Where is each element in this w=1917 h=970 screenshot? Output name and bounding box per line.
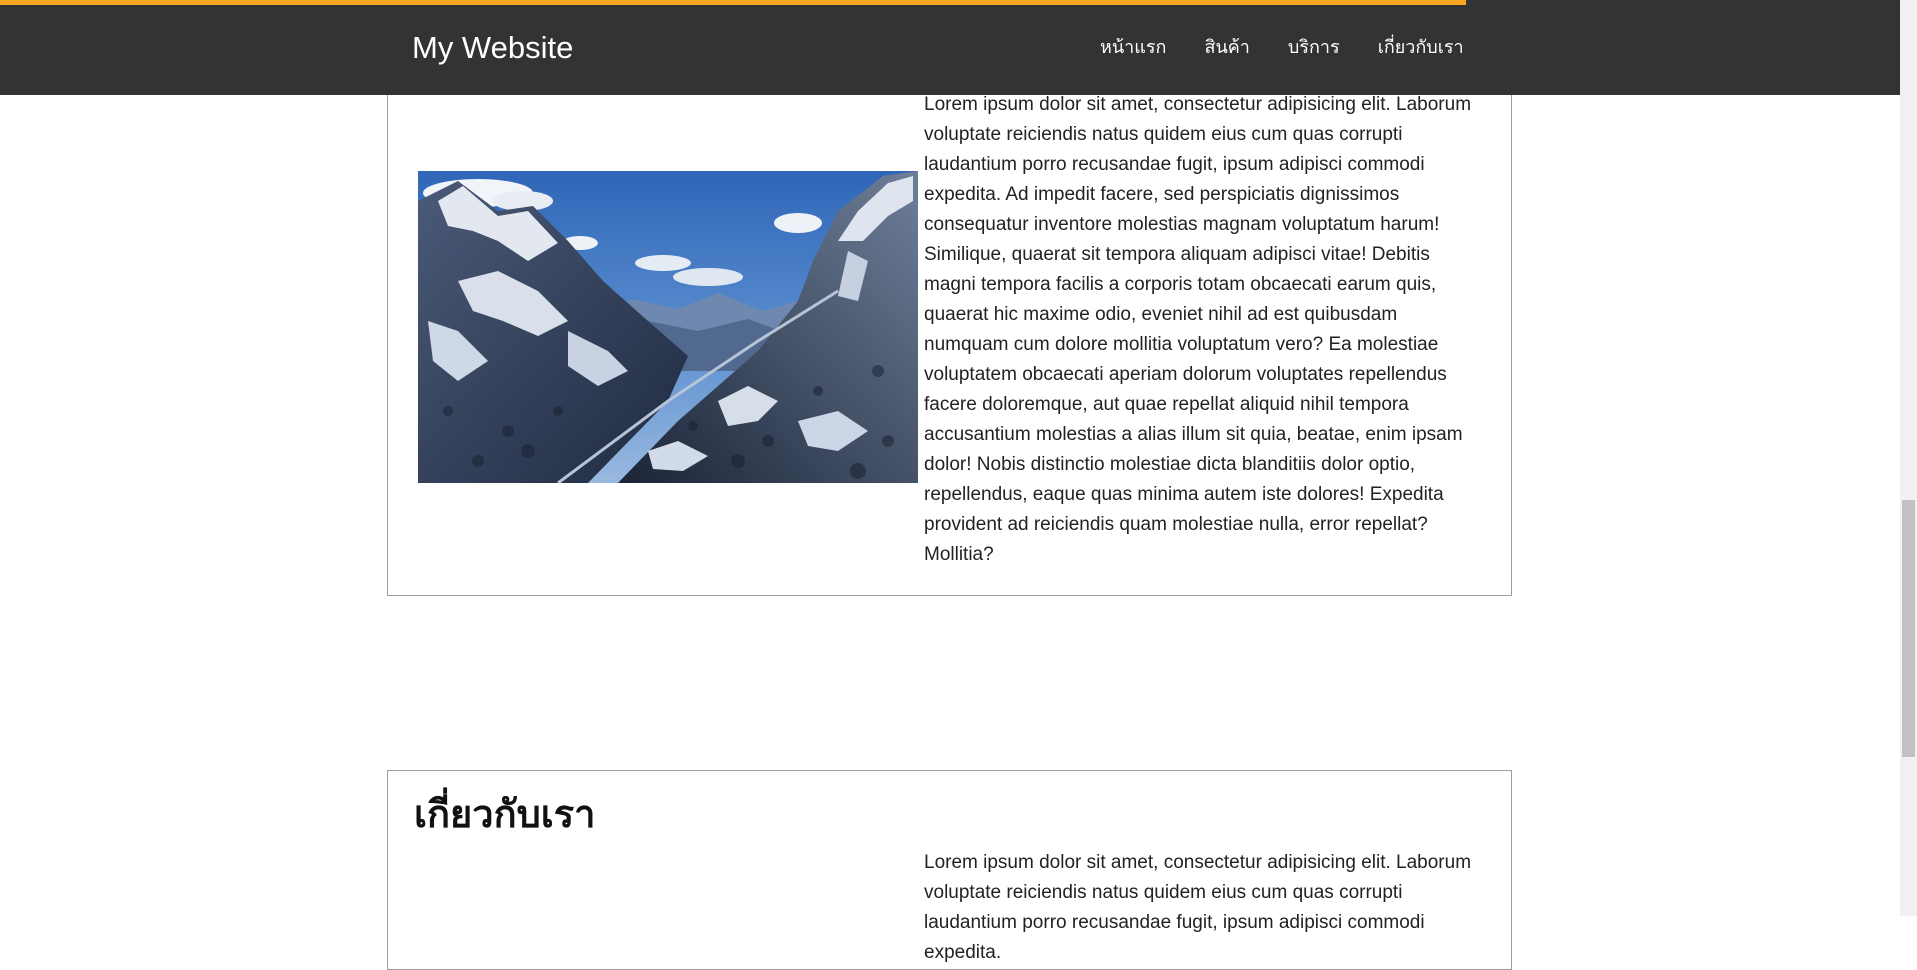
nav-products-link[interactable]: สินค้า [1204, 34, 1249, 62]
about-section: เกี่ยวกับเรา Lorem ipsum dolor sit amet,… [387, 770, 1512, 970]
vertical-scrollbar[interactable] [1900, 0, 1917, 916]
site-brand[interactable]: My Website [412, 28, 573, 68]
scroll-progress-bar [0, 0, 1466, 5]
about-heading: เกี่ยวกับเรา [414, 792, 596, 836]
nav-home-link[interactable]: หน้าแรก [1100, 34, 1166, 62]
nav-about-link[interactable]: เกี่ยวกับเรา [1378, 34, 1464, 62]
section-body-text: Lorem ipsum dolor sit amet, consectetur … [924, 94, 1472, 565]
about-body-text: Lorem ipsum dolor sit amet, consectetur … [924, 852, 1472, 963]
site-header: My Website หน้าแรก สินค้า บริการ เกี่ยวก… [0, 0, 1900, 95]
scrollbar-thumb[interactable] [1902, 500, 1915, 757]
mountain-landscape-photo [418, 171, 918, 483]
nav-services-link[interactable]: บริการ [1288, 34, 1340, 62]
main-nav: หน้าแรก สินค้า บริการ เกี่ยวกับเรา [1100, 34, 1464, 62]
